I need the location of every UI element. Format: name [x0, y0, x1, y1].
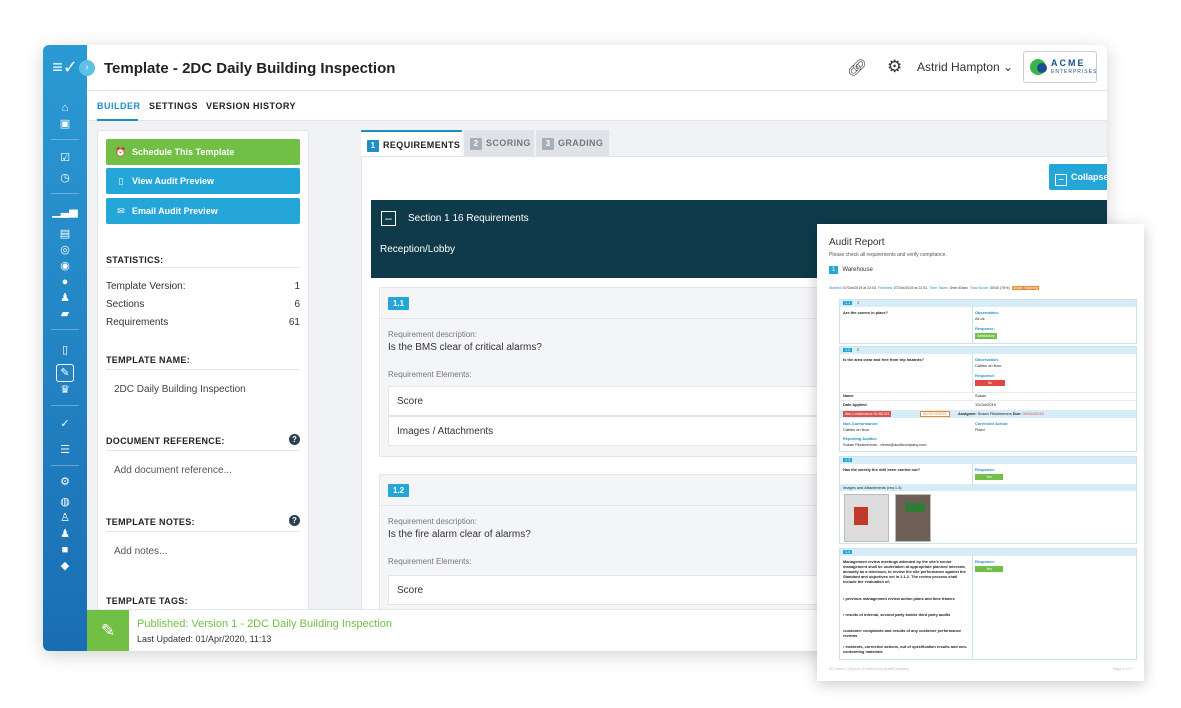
template-notes-heading: TEMPLATE NOTES: [106, 517, 195, 527]
left-rail: ≡✓ ⌂ ▣ ☑ ◷ ▁▃▅ ▤ ◎ ◉ ● ♟ ▰ ▯ ✎ ♛ ✓ ☰ ⚙ ◍… [43, 45, 87, 651]
builder-subtabs: BUILDER SETTINGS VERSION HISTORY [87, 91, 1107, 121]
envelope-icon: ✉ [117, 206, 125, 216]
stat-row: Sections 6 [106, 299, 300, 310]
requirement-question: Is the fire alarm clear of alarms? [388, 529, 531, 540]
document-reference-input[interactable]: Add document reference... [114, 465, 232, 476]
users-icon[interactable]: ♟ [43, 291, 87, 305]
statistics-heading: STATISTICS: [106, 255, 164, 265]
fire-alarm-photo[interactable] [844, 494, 889, 542]
analytics-icon[interactable]: ▁▃▅ [43, 205, 87, 219]
user-menu[interactable]: Astrid Hampton ⌄ [917, 60, 1013, 74]
tab-grading[interactable]: 3 GRADING [536, 130, 609, 156]
requirement-number: 1.1 [388, 297, 410, 310]
report-meta: Started: 07/Oct/2019 at 22:03 Finished: … [829, 286, 1039, 290]
help-icon[interactable]: ? [289, 515, 300, 526]
tab-requirements[interactable]: 1 REQUIREMENTS [361, 130, 462, 156]
document-icon[interactable]: ▯ [43, 343, 87, 357]
home-icon[interactable]: ⌂ [43, 101, 87, 115]
calendar-icon[interactable]: ▣ [43, 117, 87, 131]
report-requirement: 1.3 Has the weekly fire drill been carri… [839, 456, 1137, 544]
email-audit-preview-button[interactable]: ✉ Email Audit Preview [106, 198, 300, 224]
document-icon: ▯ [118, 176, 124, 186]
folder-icon[interactable]: ■ [43, 543, 87, 557]
chevron-down-icon: ⌄ [1003, 60, 1014, 74]
tab-settings[interactable]: SETTINGS [149, 101, 198, 111]
link-icon[interactable]: 🔗︎ [847, 58, 867, 78]
template-sidebar: ⏰ Schedule This Template ▯ View Audit Prev… [97, 130, 309, 651]
settings-icon[interactable]: ⚙ [43, 475, 87, 489]
app-logo-icon[interactable]: ≡✓ [51, 57, 79, 79]
minus-icon: – [1055, 174, 1067, 186]
tab-builder[interactable]: BUILDER [97, 101, 141, 111]
globe-icon[interactable]: ◍ [43, 495, 87, 509]
element-images-attachments[interactable]: Images / Attachments [388, 416, 884, 446]
last-updated: Last Updated: 01/Apr/2020, 11:13 [137, 634, 272, 644]
published-status: Published: Version 1 - 2DC Daily Buildin… [137, 618, 392, 630]
requirement-number: 1.2 [388, 484, 410, 497]
published-icon: ✎ [87, 610, 129, 651]
template-edit-icon[interactable]: ✎ [43, 366, 87, 380]
tab-version-history[interactable]: VERSION HISTORY [206, 101, 296, 111]
report-requirement: 1.4 Management review meetings attended … [839, 548, 1137, 660]
user-name: Astrid Hampton [917, 60, 1000, 74]
collapse-all-button[interactable]: –Collapse All [1049, 164, 1107, 190]
gear-icon[interactable]: ⚙ [887, 57, 902, 77]
template-name-heading: TEMPLATE NAME: [106, 355, 191, 365]
award-icon[interactable]: ♛ [43, 383, 87, 397]
document-reference-heading: DOCUMENT REFERENCE: [106, 436, 225, 446]
template-name-field[interactable]: 2DC Daily Building Inspection [114, 384, 246, 395]
tab-scoring[interactable]: 2 SCORING [464, 130, 534, 156]
audit-report-preview: Audit Report Please check all requiremen… [817, 224, 1144, 681]
briefcase-icon[interactable]: ▰ [43, 307, 87, 321]
section-subtitle: Reception/Lobby [380, 244, 456, 255]
search-report-icon[interactable]: ◎ [43, 243, 87, 257]
report-subtitle: Please check all requirements and verify… [829, 252, 947, 258]
target-icon[interactable]: ◉ [43, 259, 87, 273]
report-page-number: Page 1 of 7 [1112, 667, 1132, 671]
stat-row: Requirements 61 [106, 317, 300, 328]
alarm-clock-icon: ⏰ [115, 147, 127, 157]
view-audit-preview-button[interactable]: ▯ View Audit Preview [106, 168, 300, 194]
location-icon[interactable]: ● [43, 275, 87, 289]
section-title: Section 1 16 Requirements [408, 213, 529, 224]
element-score[interactable]: Score [388, 386, 884, 416]
help-icon[interactable]: ? [289, 434, 300, 445]
element-score[interactable]: Score [388, 575, 884, 605]
list-icon[interactable]: ☰ [43, 443, 87, 457]
user-icon[interactable]: ♙ [43, 511, 87, 525]
expand-rail-icon[interactable]: › [79, 60, 95, 76]
clock-icon[interactable]: ◷ [43, 171, 87, 185]
report-footer: AC Demo | Report | Powered by AuditCompa… [829, 667, 909, 671]
page-title: Template - 2DC Daily Building Inspection [104, 60, 396, 77]
report-section: 1 Warehouse [829, 266, 873, 274]
team-icon[interactable]: ♟ [43, 527, 87, 541]
report-icon[interactable]: ▤ [43, 227, 87, 241]
verified-icon[interactable]: ✓ [43, 417, 87, 431]
requirement-question: Is the BMS clear of critical alarms? [388, 342, 542, 353]
tag-icon[interactable]: ◆ [43, 559, 87, 573]
checklist-icon[interactable]: ☑ [43, 151, 87, 165]
report-requirement: 1.1 1 Are the covers in place? Observati… [839, 299, 1137, 344]
stat-row: Template Version: 1 [106, 281, 300, 292]
header: Template - 2DC Daily Building Inspection… [87, 45, 1107, 91]
template-notes-input[interactable]: Add notes... [114, 546, 167, 557]
exit-sign-photo[interactable] [895, 494, 931, 542]
collapse-section-icon[interactable]: – [381, 211, 396, 226]
schedule-template-button[interactable]: ⏰ Schedule This Template [106, 139, 300, 165]
company-logo: ACME ENTERPRISES [1023, 51, 1097, 83]
report-requirement: 1.2 2 Is the area clear and free from tr… [839, 346, 1137, 452]
template-tags-heading: TEMPLATE TAGS: [106, 596, 188, 606]
report-title: Audit Report [829, 237, 885, 248]
